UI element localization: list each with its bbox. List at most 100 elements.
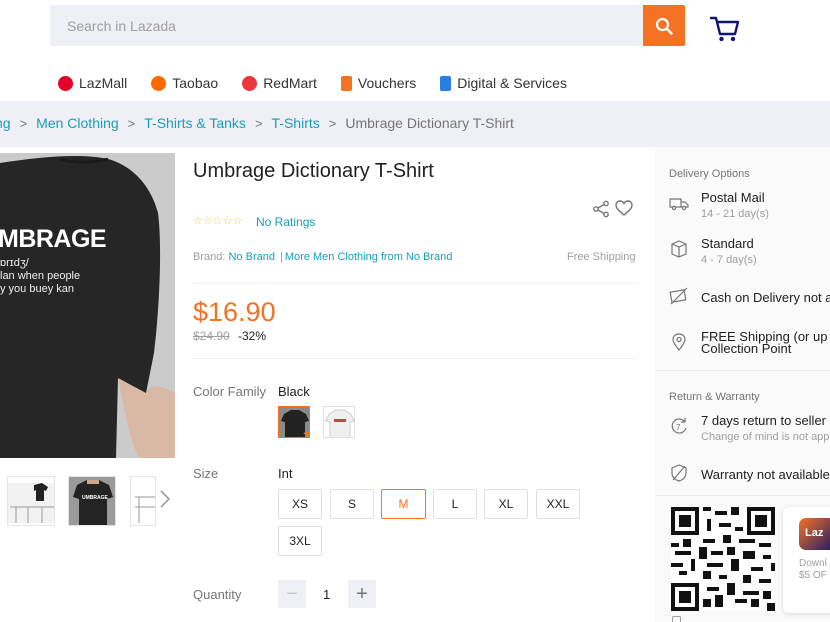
size-option-xl[interactable]: XL [484,489,528,519]
size-option-xs[interactable]: XS [278,489,322,519]
color-family-value: Black [278,384,310,399]
divider [655,495,830,496]
chevron-right-icon: > [254,115,263,131]
brand-link[interactable]: No Brand [228,251,274,263]
svg-text:7: 7 [676,423,681,432]
nav-label: Vouchers [357,75,417,91]
breadcrumb: ng > Men Clothing > T-Shirts & Tanks > T… [0,115,514,131]
delivery-option-title: Postal Mail [701,190,765,205]
swatch-image [324,407,354,437]
app-download-card[interactable]: Laz Downl $5 OF [783,507,830,613]
package-icon [671,240,687,258]
original-price: $24.90 [193,329,230,343]
breadcrumb-bar: ng > Men Clothing > T-Shirts & Tanks > T… [0,101,830,147]
truck-icon [669,198,689,211]
taobao-icon [151,75,167,91]
color-swatch-black[interactable] [278,406,310,438]
shirt-print-line: y you buey kan [0,283,74,295]
cash-icon [669,287,688,305]
color-family-label: Color Family [193,384,266,399]
chevron-right-icon: > [127,115,136,131]
thumbnail[interactable]: UMBRAGE [68,476,116,526]
cart-button[interactable] [709,14,741,44]
breadcrumb-link[interactable]: Men Clothing [36,115,119,131]
redmart-icon [242,75,258,91]
nav-lazmall[interactable]: LazMall [58,75,127,91]
minus-icon: − [286,582,298,605]
breadcrumb-link[interactable]: T-Shirts & Tanks [144,115,246,131]
app-promo-text: $5 OF [799,570,827,581]
thumb-image [8,483,54,523]
search-input[interactable] [50,5,644,46]
nav-label: Taobao [172,75,219,91]
shirt-print-line: lan when people [0,270,81,282]
return-policy-title: 7 days return to seller [701,413,827,428]
delivery-option-title: Standard [701,236,754,251]
size-option-m[interactable]: M [381,489,426,519]
size-option-s[interactable]: S [330,489,374,519]
size-system-value: Int [278,466,293,481]
checkbox[interactable] [672,616,681,622]
swatch-image [279,407,309,437]
nav-vouchers[interactable]: Vouchers [340,75,417,91]
return-policy-sub: Change of mind is not app [701,431,830,443]
heart-icon [615,200,633,216]
divider [193,358,636,359]
thumb-print-word: UMBRAGE [82,495,108,501]
plus-icon: + [356,582,368,605]
size-option-xxl[interactable]: XXL [536,489,580,519]
thumbnail[interactable] [130,476,156,526]
category-nav: LazMall Taobao RedMart Vouchers Digital … [58,72,591,94]
current-price: $16.90 [193,297,276,327]
rating-stars: ☆☆☆☆☆ [193,215,243,227]
main-product-image[interactable]: MBRAGE ɒrɪdʒ/ lan when people y you buey… [0,153,175,458]
brand-label: Brand: [193,251,226,263]
wishlist-button[interactable] [615,200,633,217]
lazada-app-logo: Laz [799,518,830,550]
nav-label: RedMart [263,75,317,91]
thumbnail[interactable] [7,476,55,526]
thumb-image [69,477,115,525]
no-warranty-icon [671,464,687,482]
quantity-value[interactable]: 1 [323,587,330,602]
warranty-status: Warranty not available [701,467,830,482]
more-from-brand-link[interactable]: More Men Clothing from No Brand [285,251,453,263]
location-pin-icon [672,333,686,351]
nav-redmart[interactable]: RedMart [242,75,317,91]
quantity-increase-button[interactable]: + [348,580,376,608]
search-button[interactable] [643,5,685,46]
phone-icon [440,75,452,91]
search-box [50,5,644,46]
share-button[interactable] [592,200,610,218]
delivery-option-detail: Collection Point [701,341,792,356]
quantity-decrease-button[interactable]: − [278,580,306,608]
thumb-image [131,477,155,525]
separator: | [280,251,283,263]
shirt-print-phonetic: ɒrɪdʒ/ [0,257,29,269]
nav-taobao[interactable]: Taobao [151,75,218,91]
thumbnail-next-button[interactable] [158,488,172,510]
shirt-print-word: MBRAGE [0,225,107,253]
delivery-option-duration: 4 - 7 day(s) [701,254,757,266]
size-option-3xl[interactable]: 3XL [278,526,322,556]
lazmall-icon [58,75,73,91]
app-qr-code [671,507,775,611]
breadcrumb-link[interactable]: T-Shirts [272,115,320,131]
tshirt-photo [0,153,175,458]
chevron-right-icon: > [328,115,337,131]
cart-icon [709,16,740,42]
discount-percent: -32% [238,329,267,343]
divider [193,283,636,284]
ratings-link[interactable]: No Ratings [256,215,315,229]
chevron-right-icon [160,490,171,508]
nav-label: LazMall [79,75,128,91]
breadcrumb-link[interactable]: ng [0,115,11,131]
color-swatch-white[interactable] [323,406,355,438]
brand-line: Brand: No Brand | More Men Clothing from … [193,251,452,263]
share-icon [593,200,609,218]
size-option-l[interactable]: L [433,489,477,519]
return-warranty-heading: Return & Warranty [669,391,760,403]
return-icon: 7 [671,418,687,434]
quantity-label: Quantity [193,587,242,602]
nav-digital-services[interactable]: Digital & Services [440,75,567,91]
